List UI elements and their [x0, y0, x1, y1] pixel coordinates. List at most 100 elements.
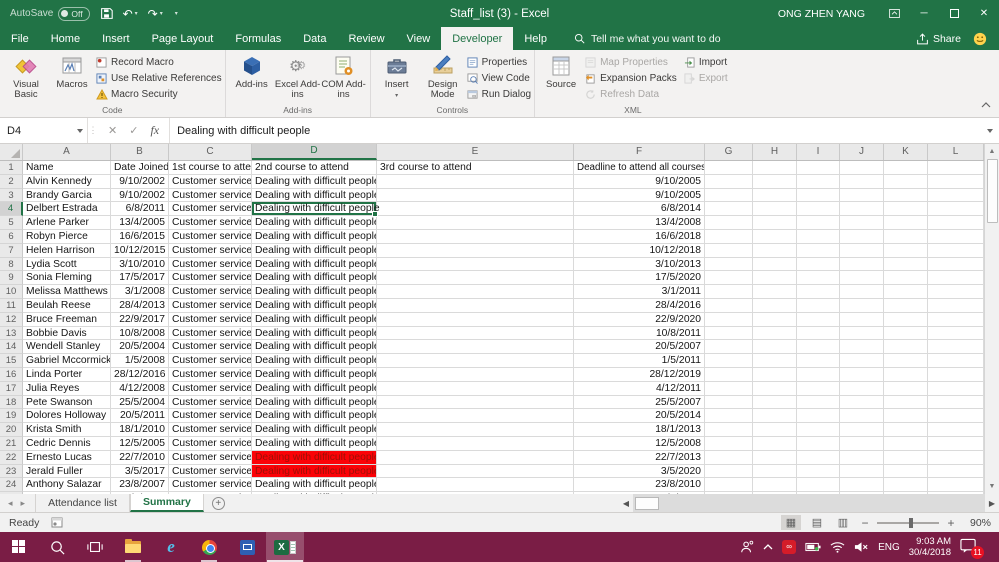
- cell-A20[interactable]: Krista Smith: [23, 423, 111, 437]
- cell-H5[interactable]: [753, 216, 797, 230]
- new-sheet-button[interactable]: +: [211, 494, 225, 512]
- cell-F18[interactable]: 25/5/2007: [574, 395, 705, 410]
- cell-A1[interactable]: Name: [23, 161, 111, 175]
- cell-L14[interactable]: [928, 340, 984, 355]
- cell-E5[interactable]: [377, 216, 574, 230]
- cell-J24[interactable]: [840, 478, 884, 493]
- cell-I7[interactable]: [797, 243, 840, 258]
- cell-C18[interactable]: Customer service: [169, 395, 252, 410]
- cell-G9[interactable]: [705, 271, 753, 286]
- cell-F4[interactable]: 6/8/2014: [574, 202, 705, 217]
- cell-A23[interactable]: Jerald Fuller: [23, 464, 111, 479]
- cell-A2[interactable]: Alvin Kennedy: [23, 174, 111, 189]
- cell-C16[interactable]: Customer service: [169, 367, 252, 382]
- undo-dropdown-icon[interactable]: ▾: [135, 10, 138, 17]
- cell-J11[interactable]: [840, 298, 884, 313]
- cell-A17[interactable]: Julia Reyes: [23, 381, 111, 396]
- cell-B22[interactable]: 22/7/2010: [111, 450, 169, 465]
- cell-K9[interactable]: [884, 271, 928, 286]
- ribbon-display-options-button[interactable]: [879, 0, 909, 27]
- row-header-24[interactable]: 24: [0, 478, 23, 493]
- tab-view[interactable]: View: [396, 27, 442, 50]
- cell-J7[interactable]: [840, 243, 884, 258]
- cell-I10[interactable]: [797, 285, 840, 299]
- cell-E24[interactable]: [377, 478, 574, 493]
- row-header-3[interactable]: 3: [0, 188, 23, 203]
- row-header-6[interactable]: 6: [0, 229, 23, 244]
- column-header-I[interactable]: I: [797, 144, 840, 160]
- cell-I16[interactable]: [797, 367, 840, 382]
- cell-D16[interactable]: Dealing with difficult people: [252, 367, 377, 382]
- column-header-J[interactable]: J: [840, 144, 884, 160]
- cell-C10[interactable]: Customer service: [169, 285, 252, 299]
- cell-F6[interactable]: 16/6/2018: [574, 229, 705, 244]
- cell-C15[interactable]: Customer service: [169, 354, 252, 368]
- view-code-button[interactable]: View Code: [466, 71, 531, 85]
- cell-F15[interactable]: 1/5/2011: [574, 354, 705, 368]
- sheet-nav-left-icon[interactable]: ◂: [8, 498, 13, 509]
- cell-J8[interactable]: [840, 257, 884, 272]
- cell-B10[interactable]: 3/1/2008: [111, 285, 169, 299]
- cell-E18[interactable]: [377, 395, 574, 410]
- cell-G2[interactable]: [705, 174, 753, 189]
- cell-A4[interactable]: Delbert Estrada: [23, 202, 111, 217]
- cell-K2[interactable]: [884, 174, 928, 189]
- row-header-7[interactable]: 7: [0, 243, 23, 258]
- cell-J14[interactable]: [840, 340, 884, 355]
- sheet-nav-right-icon[interactable]: ▸: [21, 498, 26, 509]
- collapse-ribbon-button[interactable]: [981, 95, 991, 113]
- zoom-in-button[interactable]: +: [945, 516, 957, 530]
- cell-D22[interactable]: Dealing with difficult people: [252, 450, 377, 465]
- formula-input[interactable]: Dealing with difficult people: [170, 118, 981, 143]
- cell-B4[interactable]: 6/8/2011: [111, 202, 169, 217]
- cell-K20[interactable]: [884, 423, 928, 437]
- row-header-2[interactable]: 2: [0, 174, 23, 189]
- cell-L10[interactable]: [928, 285, 984, 299]
- expand-formula-bar-icon[interactable]: [981, 118, 999, 143]
- tab-help[interactable]: Help: [513, 27, 558, 50]
- cell-L16[interactable]: [928, 367, 984, 382]
- tab-page-layout[interactable]: Page Layout: [141, 27, 225, 50]
- cell-J12[interactable]: [840, 312, 884, 327]
- insert-function-icon[interactable]: fx: [150, 123, 159, 138]
- cell-L23[interactable]: [928, 464, 984, 479]
- cell-D1[interactable]: 2nd course to attend: [252, 161, 377, 175]
- cell-A8[interactable]: Lydia Scott: [23, 257, 111, 272]
- row-header-10[interactable]: 10: [0, 285, 23, 299]
- cell-L5[interactable]: [928, 216, 984, 230]
- cell-E1[interactable]: 3rd course to attend: [377, 161, 574, 175]
- cell-F9[interactable]: 17/5/2020: [574, 271, 705, 286]
- name-box-dropdown[interactable]: [72, 118, 88, 143]
- cell-I9[interactable]: [797, 271, 840, 286]
- cell-G15[interactable]: [705, 354, 753, 368]
- cell-J13[interactable]: [840, 326, 884, 341]
- cell-K14[interactable]: [884, 340, 928, 355]
- cell-H22[interactable]: [753, 450, 797, 465]
- cell-D25[interactable]: Dealing with difficult people: [252, 492, 377, 494]
- cell-C1[interactable]: 1st course to attend: [169, 161, 252, 175]
- cell-C9[interactable]: Customer service: [169, 271, 252, 286]
- cell-D11[interactable]: Dealing with difficult people: [252, 298, 377, 313]
- cell-F17[interactable]: 4/12/2011: [574, 381, 705, 396]
- row-header-14[interactable]: 14: [0, 340, 23, 355]
- record-macro-button[interactable]: Record Macro: [95, 55, 222, 69]
- minimize-button[interactable]: ─: [909, 0, 939, 27]
- cell-K10[interactable]: [884, 285, 928, 299]
- cell-L17[interactable]: [928, 381, 984, 396]
- cell-E23[interactable]: [377, 464, 574, 479]
- cell-G4[interactable]: [705, 202, 753, 217]
- cell-I2[interactable]: [797, 174, 840, 189]
- cell-B12[interactable]: 22/9/2017: [111, 312, 169, 327]
- cell-F16[interactable]: 28/12/2019: [574, 367, 705, 382]
- cell-L19[interactable]: [928, 409, 984, 424]
- cell-B13[interactable]: 10/8/2008: [111, 326, 169, 341]
- name-box[interactable]: D4: [0, 118, 72, 143]
- row-header-22[interactable]: 22: [0, 450, 23, 465]
- cell-L8[interactable]: [928, 257, 984, 272]
- cell-K24[interactable]: [884, 478, 928, 493]
- tab-file[interactable]: File: [0, 27, 40, 50]
- cell-I20[interactable]: [797, 423, 840, 437]
- run-dialog-button[interactable]: Run Dialog: [466, 87, 531, 101]
- cell-J16[interactable]: [840, 367, 884, 382]
- chrome-button[interactable]: [190, 532, 228, 562]
